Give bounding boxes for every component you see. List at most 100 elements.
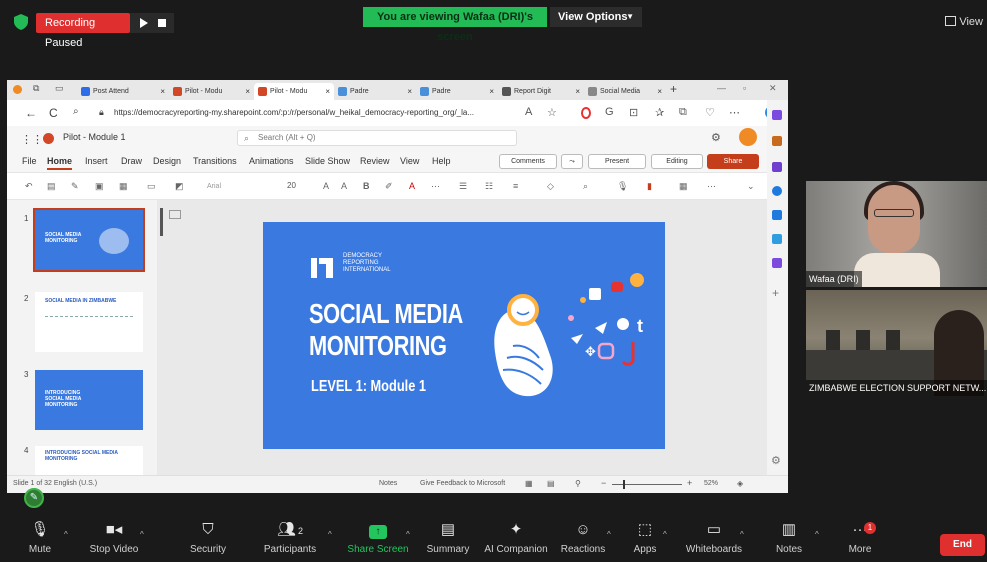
annotate-pen-icon[interactable]: ✎ [24, 488, 44, 508]
fit-slide-icon[interactable]: ◈ [737, 479, 743, 488]
browser-tab[interactable]: Post Attend × [77, 83, 169, 100]
stop-recording-button[interactable] [158, 19, 166, 27]
profile-icon[interactable] [13, 85, 22, 94]
drop-icon[interactable] [772, 234, 782, 244]
grow-font-icon[interactable]: A [323, 181, 329, 191]
sorter-view-icon[interactable]: ▤ [547, 479, 555, 488]
chevron-up-icon[interactable]: ^ [328, 530, 332, 539]
undo-icon[interactable]: ↶ [25, 181, 33, 192]
reading-view-icon[interactable]: ⚲ [575, 479, 581, 488]
close-icon[interactable]: × [325, 83, 330, 100]
minimize-icon[interactable]: — [717, 83, 726, 93]
back-icon[interactable]: ← [25, 106, 37, 120]
tab-draw[interactable]: Draw [121, 156, 142, 166]
bullets-icon[interactable]: ☰ [459, 181, 467, 192]
catch-up-button[interactable]: ⤳ [561, 154, 583, 169]
browser-tab-active[interactable]: Pilot - Modu × [254, 83, 334, 100]
add-ins-icon[interactable]: ▦ [679, 181, 688, 192]
highlight-icon[interactable]: ✐ [385, 181, 393, 192]
outlook-icon[interactable] [772, 210, 782, 220]
view-options-button[interactable]: View Options ▼ [550, 7, 642, 27]
apps-button[interactable]: ⬚ Apps ^ [607, 518, 683, 562]
read-aloud-icon[interactable]: A [525, 106, 532, 118]
chevron-up-icon[interactable]: ^ [815, 530, 819, 539]
browser-tab[interactable]: Report Digit × [498, 83, 584, 100]
participant-video[interactable]: ZIMBABWE ELECTION SUPPORT NETW... [806, 290, 987, 396]
settings-more-icon[interactable]: ⋯ [729, 106, 740, 119]
add-sidebar-app-icon[interactable]: + [772, 286, 779, 300]
browser-tab[interactable]: Social Media × [584, 83, 666, 100]
gear-icon[interactable]: ⚙ [711, 131, 721, 144]
stop-video-button[interactable]: ■◂ Stop Video ^ [76, 518, 152, 562]
close-icon[interactable]: × [575, 83, 580, 100]
comments-button[interactable]: Comments [499, 154, 557, 169]
align-icon[interactable]: ≡ [513, 181, 518, 191]
collections-icon[interactable]: ⧉ [679, 106, 687, 119]
favorites-icon[interactable]: ✰ [655, 106, 664, 119]
tab-help[interactable]: Help [432, 156, 451, 166]
zoom-slider-thumb[interactable] [623, 480, 625, 489]
ai-companion-button[interactable]: ✦ AI Companion [478, 518, 554, 562]
favorite-star-icon[interactable]: ☆ [547, 106, 557, 119]
games-icon[interactable] [772, 186, 782, 196]
chevron-up-icon[interactable]: ^ [64, 530, 68, 539]
tab-actions-icon[interactable]: ▭ [55, 83, 64, 94]
share-screen-button[interactable]: ↑ Share Screen ^ [340, 518, 416, 562]
end-meeting-button[interactable]: End [940, 534, 985, 556]
view-button[interactable]: View [945, 16, 983, 28]
copilot-sidebar-icon[interactable] [772, 110, 782, 120]
normal-view-icon[interactable]: ▦ [525, 479, 533, 488]
browser-essentials-icon[interactable]: ♡ [705, 106, 715, 119]
tab-file[interactable]: File [22, 156, 37, 166]
whiteboards-button[interactable]: ▭ Whiteboards ^ [676, 518, 752, 562]
zoom-out-icon[interactable]: − [601, 478, 606, 488]
extension-g-icon[interactable]: G [605, 106, 614, 118]
chevron-down-icon[interactable]: ⌄ [747, 181, 755, 192]
security-button[interactable]: ⛉ Security [170, 518, 246, 562]
tab-animations[interactable]: Animations [249, 156, 294, 166]
current-slide[interactable]: DEMOCRACY REPORTING INTERNATIONAL SOCIAL… [263, 222, 665, 449]
new-slide-icon[interactable]: ▣ [95, 181, 104, 192]
search-icon[interactable]: ⌕ [73, 106, 79, 117]
opera-extension-icon[interactable] [581, 107, 591, 119]
browser-tab[interactable]: Padre × [416, 83, 498, 100]
notes-toggle-icon[interactable] [169, 210, 181, 219]
tab-view[interactable]: View [400, 156, 419, 166]
pane-resize-handle[interactable] [160, 208, 163, 236]
slide-thumbnail[interactable]: SOCIAL MEDIA IN ZIMBABWE [35, 292, 143, 352]
zoom-in-icon[interactable]: + [687, 478, 692, 488]
tab-transitions[interactable]: Transitions [193, 156, 237, 166]
tab-design[interactable]: Design [153, 156, 181, 166]
designer-icon[interactable]: ◩ [175, 181, 184, 192]
close-icon[interactable]: × [245, 83, 250, 100]
mute-button[interactable]: 🎙︎ Mute ^ [2, 518, 78, 562]
search-input[interactable]: ⌕ Search (Alt + Q) [237, 130, 517, 146]
maximize-icon[interactable]: ▫ [743, 83, 746, 93]
notes-button[interactable]: ▥ Notes ^ [751, 518, 827, 562]
close-icon[interactable]: × [657, 83, 662, 100]
split-screen-icon[interactable]: ⊡ [629, 106, 638, 119]
shrink-font-icon[interactable]: A [341, 181, 347, 191]
more-font-icon[interactable]: ⋯ [431, 181, 440, 192]
more-button[interactable]: ··· 1 More [822, 518, 898, 562]
zoom-level[interactable]: 52% [704, 480, 718, 487]
feedback-link[interactable]: Give Feedback to Microsoft [420, 480, 505, 487]
chevron-up-icon[interactable]: ^ [663, 530, 667, 539]
slide-thumbnail[interactable]: SOCIAL MEDIA MONITORING [33, 208, 145, 272]
tab-home[interactable]: Home [47, 156, 73, 170]
chevron-up-icon[interactable]: ^ [140, 530, 144, 539]
refresh-icon[interactable]: C [49, 106, 58, 120]
sensitivity-icon[interactable]: ▮ [647, 181, 652, 192]
dictate-icon[interactable]: 🎙︎ [617, 181, 628, 192]
bold-icon[interactable]: B [363, 181, 370, 191]
paste-icon[interactable]: ▤ [47, 181, 56, 192]
browser-tab[interactable]: Pilot - Modu × [169, 83, 254, 100]
numbering-icon[interactable]: ☷ [485, 181, 493, 192]
tab-insert[interactable]: Insert [85, 156, 108, 166]
browser-tab[interactable]: Padre × [334, 83, 416, 100]
notes-button[interactable]: Notes [379, 480, 397, 487]
shapes-icon[interactable]: ◇ [547, 181, 554, 192]
resume-recording-button[interactable] [140, 18, 148, 28]
summary-button[interactable]: ▤ Summary [410, 518, 486, 562]
participants-button[interactable]: 👥︎ 2 Participants ^ [252, 518, 332, 562]
